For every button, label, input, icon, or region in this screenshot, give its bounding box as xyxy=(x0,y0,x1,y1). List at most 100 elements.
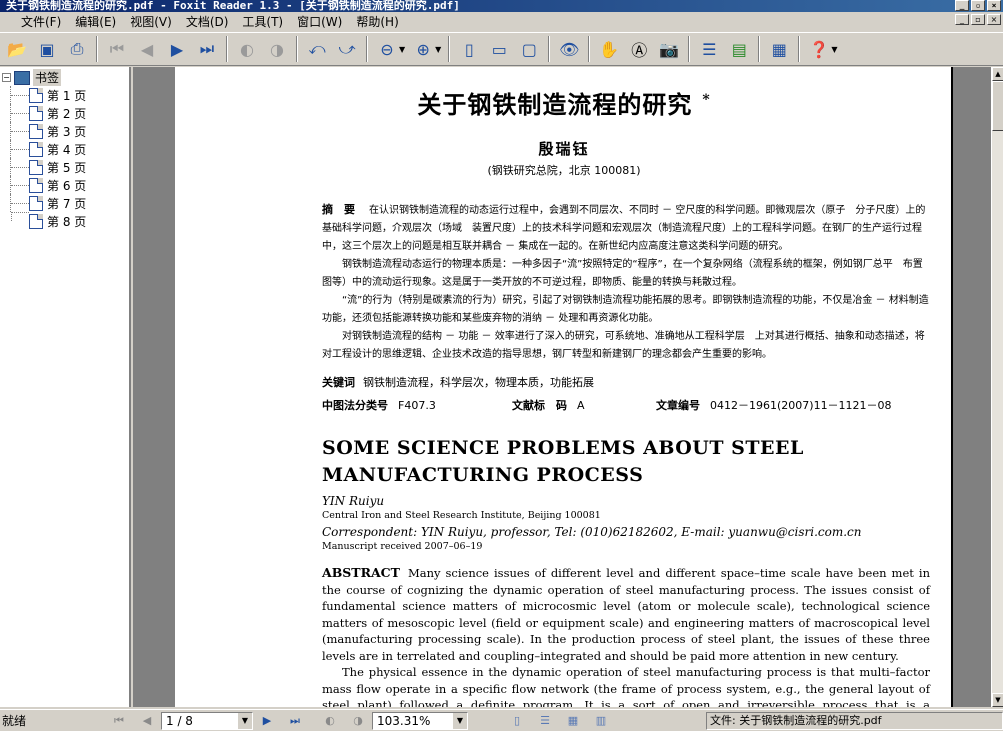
title-footnote-mark: * xyxy=(702,92,711,108)
window-title-bar: 关于钢铁制造流程的研究.pdf - Foxit Reader 1.3 - [关于… xyxy=(0,0,1003,12)
zoom-in-icon[interactable]: ⊕ xyxy=(411,37,435,61)
continuous-icon[interactable]: ☰ xyxy=(536,712,554,730)
menu-edit[interactable]: 编辑(E) xyxy=(68,13,123,31)
bookmark-item[interactable]: 第 2 页 xyxy=(10,104,128,122)
scrollbar-thumb[interactable] xyxy=(992,81,1003,131)
correspondent-en: Correspondent: YIN Ruiyu, professor, Tel… xyxy=(322,525,862,539)
page-dropdown-icon[interactable]: ▼ xyxy=(238,712,252,729)
actual-size-icon[interactable]: ▯ xyxy=(457,37,481,61)
text-select-icon[interactable]: Ⓐ xyxy=(627,37,651,61)
find-icon[interactable]: 👁 xyxy=(557,37,581,61)
next-page-icon[interactable]: ▶ xyxy=(165,37,189,61)
pdf-page: 关于钢铁制造流程的研究 * 殷瑞钰 (钢铁研究总院，北京 100081) 摘 要在… xyxy=(175,67,953,707)
bookmark-item[interactable]: 第 7 页 xyxy=(10,194,128,212)
help-icon[interactable]: ❓ xyxy=(807,37,831,61)
keywords-cn: 关键词 钢铁制造流程，科学层次，物理本质，功能拓展 xyxy=(322,374,594,390)
received-date-en: Manuscript received 2007–06–19 xyxy=(322,541,483,552)
doc-restore-button[interactable]: ▫ xyxy=(971,14,985,25)
continuous-facing-icon[interactable]: ▥ xyxy=(592,712,610,730)
toolbar-separator xyxy=(96,36,98,62)
bookmark-label: 第 2 页 xyxy=(47,106,87,121)
toolbar-separator xyxy=(226,36,228,62)
scroll-up-icon[interactable]: ▲ xyxy=(992,67,1003,81)
last-page-icon[interactable]: ⏭ xyxy=(195,37,219,61)
menu-window[interactable]: 窗口(W) xyxy=(290,13,349,31)
restore-button[interactable]: ▫ xyxy=(971,0,985,11)
page-icon xyxy=(29,105,43,121)
thumbnail-panel-icon[interactable]: ▤ xyxy=(727,37,751,61)
bookmark-label: 第 6 页 xyxy=(47,178,87,193)
vertical-scrollbar[interactable]: ▲ ▼ xyxy=(991,67,1003,707)
status-text: 就绪 xyxy=(2,714,27,728)
last-page-icon[interactable]: ⏭ xyxy=(286,712,304,730)
rotate-left-icon[interactable]: ⤺ xyxy=(305,37,329,61)
doc-minimize-button[interactable]: _ xyxy=(955,14,969,25)
bookmark-item[interactable]: 第 4 页 xyxy=(10,140,128,158)
close-button[interactable]: × xyxy=(987,0,1001,11)
bookmark-item[interactable]: 第 6 页 xyxy=(10,176,128,194)
bookmark-item[interactable]: 第 3 页 xyxy=(10,122,128,140)
menu-document[interactable]: 文档(D) xyxy=(179,13,236,31)
back-icon[interactable]: ◐ xyxy=(235,37,259,61)
save-icon[interactable]: ▣ xyxy=(35,37,59,61)
facing-icon[interactable]: ▦ xyxy=(564,712,582,730)
prev-page-icon[interactable]: ◀ xyxy=(138,712,156,730)
zoom-field[interactable]: 103.31% ▼ xyxy=(372,711,468,730)
clc-value: F407.3 xyxy=(398,399,436,412)
snapshot-icon[interactable]: 📷 xyxy=(657,37,681,61)
toolbar-separator xyxy=(448,36,451,62)
menu-help[interactable]: 帮助(H) xyxy=(349,13,405,31)
prev-page-icon[interactable]: ◀ xyxy=(135,37,159,61)
fit-page-icon[interactable]: ▭ xyxy=(487,37,511,61)
back-icon[interactable]: ◐ xyxy=(321,712,339,730)
first-page-icon[interactable]: ⏮ xyxy=(105,37,129,61)
keywords-value: 钢铁制造流程，科学层次，物理本质，功能拓展 xyxy=(363,376,594,389)
toolbar-separator xyxy=(296,36,298,62)
first-page-icon[interactable]: ⏮ xyxy=(110,712,128,730)
bookmark-root[interactable]: − 书签 xyxy=(2,69,62,86)
fit-width-icon[interactable]: ▢ xyxy=(517,37,541,61)
open-icon[interactable]: 📂 xyxy=(5,37,29,61)
hand-tool-icon[interactable]: ✋ xyxy=(597,37,621,61)
window-title: 关于钢铁制造流程的研究.pdf - Foxit Reader 1.3 - [关于… xyxy=(6,0,460,12)
print-icon[interactable]: ⎙ xyxy=(65,37,89,61)
forward-icon[interactable]: ◑ xyxy=(265,37,289,61)
toolbar-separator xyxy=(798,36,801,62)
menu-view[interactable]: 视图(V) xyxy=(123,13,179,31)
zoom-out-dropdown-icon[interactable]: ▼ xyxy=(399,45,405,54)
forward-icon[interactable]: ◑ xyxy=(349,712,367,730)
bookmarks-panel-icon[interactable]: ☰ xyxy=(697,37,721,61)
doc-close-button[interactable]: × xyxy=(987,14,1001,25)
toolbar-separator xyxy=(548,36,551,62)
page-title-cn: 关于钢铁制造流程的研究 * xyxy=(417,90,711,119)
single-page-icon[interactable]: ▯ xyxy=(508,712,526,730)
page-icon xyxy=(29,213,43,229)
bookmark-item[interactable]: 第 5 页 xyxy=(10,158,128,176)
help-dropdown-icon[interactable]: ▼ xyxy=(831,45,837,54)
page-number-field[interactable]: 1 / 8 ▼ xyxy=(161,711,253,730)
next-page-icon[interactable]: ▶ xyxy=(258,712,276,730)
affiliation-cn: (钢铁研究总院，北京 100081) xyxy=(487,164,641,177)
author-en: YIN Ruiyu xyxy=(322,494,385,508)
zoom-in-dropdown-icon[interactable]: ▼ xyxy=(435,45,441,54)
scroll-down-icon[interactable]: ▼ xyxy=(992,693,1003,707)
toolbar: 📂 ▣ ⎙ ⏮ ◀ ▶ ⏭ ◐ ◑ ⤺ ⤻ ⊖ ▼ ⊕ ▼ ▯ ▭ ▢ 👁 ✋ … xyxy=(0,32,1003,66)
rotate-right-icon[interactable]: ⤻ xyxy=(335,37,359,61)
menu-file[interactable]: 文件(F) xyxy=(14,13,68,31)
page-icon xyxy=(29,87,43,103)
abstract-cn: 摘 要在认识钢铁制造流程的动态运行过程中，会遇到不同层次、不同时 － 空尺度的科… xyxy=(322,201,930,364)
document-view[interactable]: 关于钢铁制造流程的研究 * 殷瑞钰 (钢铁研究总院，北京 100081) 摘 要在… xyxy=(133,67,991,707)
author-cn: 殷瑞钰 xyxy=(538,140,590,158)
zoom-dropdown-icon[interactable]: ▼ xyxy=(453,712,467,729)
collapse-icon[interactable]: − xyxy=(2,73,11,82)
properties-icon[interactable]: ▦ xyxy=(767,37,791,61)
minimize-button[interactable]: _ xyxy=(955,0,969,11)
bookmark-item[interactable]: 第 8 页 xyxy=(10,212,128,230)
bookmark-label: 第 8 页 xyxy=(47,214,87,229)
zoom-out-icon[interactable]: ⊖ xyxy=(375,37,399,61)
affiliation-en: Central Iron and Steel Research Institut… xyxy=(322,510,601,521)
menu-tools[interactable]: 工具(T) xyxy=(235,13,290,31)
abstract-cn-p3: “流”的行为（特别是碳素流的行为）研究，引起了对钢铁制造流程功能拓展的思考。即钢… xyxy=(322,295,929,324)
toolbar-separator xyxy=(688,36,691,62)
bookmark-item[interactable]: 第 1 页 xyxy=(10,86,128,104)
